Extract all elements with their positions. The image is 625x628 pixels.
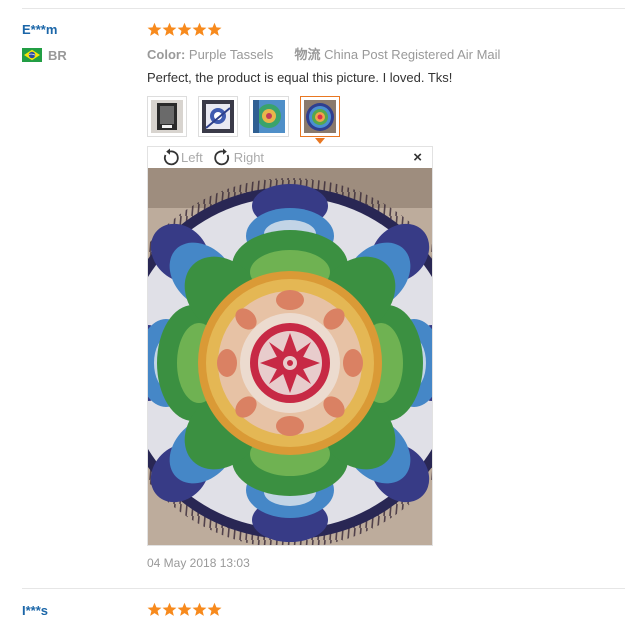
shipping-attribute-value: China Post Registered Air Mail (324, 47, 501, 62)
review-photo-thumbnail[interactable] (147, 96, 187, 137)
rotate-left-label: Left (181, 150, 203, 165)
rotate-right-label: Right (233, 150, 265, 165)
color-attribute-label: Color: (147, 47, 186, 62)
review-date: 04 May 2018 13:03 (147, 556, 250, 570)
star-icon (147, 602, 162, 616)
star-icon (177, 602, 192, 616)
photo-viewer: Left Right × (147, 146, 433, 546)
reviewer-country: BR (22, 47, 67, 63)
review-photo-thumbnail[interactable] (249, 96, 289, 137)
brazil-flag-icon (22, 48, 42, 62)
shipping-attribute-label: 物流 (294, 47, 321, 62)
country-code: BR (48, 47, 67, 63)
review-photo-thumbnails (147, 96, 351, 144)
star-icon (192, 602, 207, 616)
reviewer-name[interactable]: I***s (22, 603, 48, 618)
star-icon (162, 22, 177, 36)
review-photo-thumbnail-selected[interactable] (300, 96, 340, 144)
color-attribute-value: Purple Tassels (188, 47, 274, 62)
rotate-right-button[interactable]: Right (213, 148, 264, 168)
review-divider-top (22, 8, 625, 9)
selected-thumbnail-pointer (315, 138, 325, 144)
star-icon (192, 22, 207, 36)
rotate-right-icon (213, 148, 229, 165)
photo-viewer-toolbar: Left Right × (148, 147, 432, 168)
rotate-left-icon (163, 148, 179, 165)
star-icon (162, 602, 177, 616)
close-icon[interactable]: × (413, 150, 422, 166)
reviewer-name[interactable]: E***m (22, 22, 57, 37)
star-icon (207, 22, 222, 36)
review-divider (22, 588, 625, 589)
star-icon (147, 22, 162, 36)
review-text: Perfect, the product is equal this pictu… (147, 70, 453, 85)
star-rating (147, 602, 222, 618)
star-rating (147, 22, 222, 38)
rotate-left-button[interactable]: Left (160, 148, 203, 168)
star-icon (207, 602, 222, 616)
review-photo-large (148, 168, 432, 545)
review-attributes: Color: Purple Tassels 物流 China Post Regi… (147, 44, 500, 63)
review-photo-thumbnail[interactable] (198, 96, 238, 137)
star-icon (177, 22, 192, 36)
